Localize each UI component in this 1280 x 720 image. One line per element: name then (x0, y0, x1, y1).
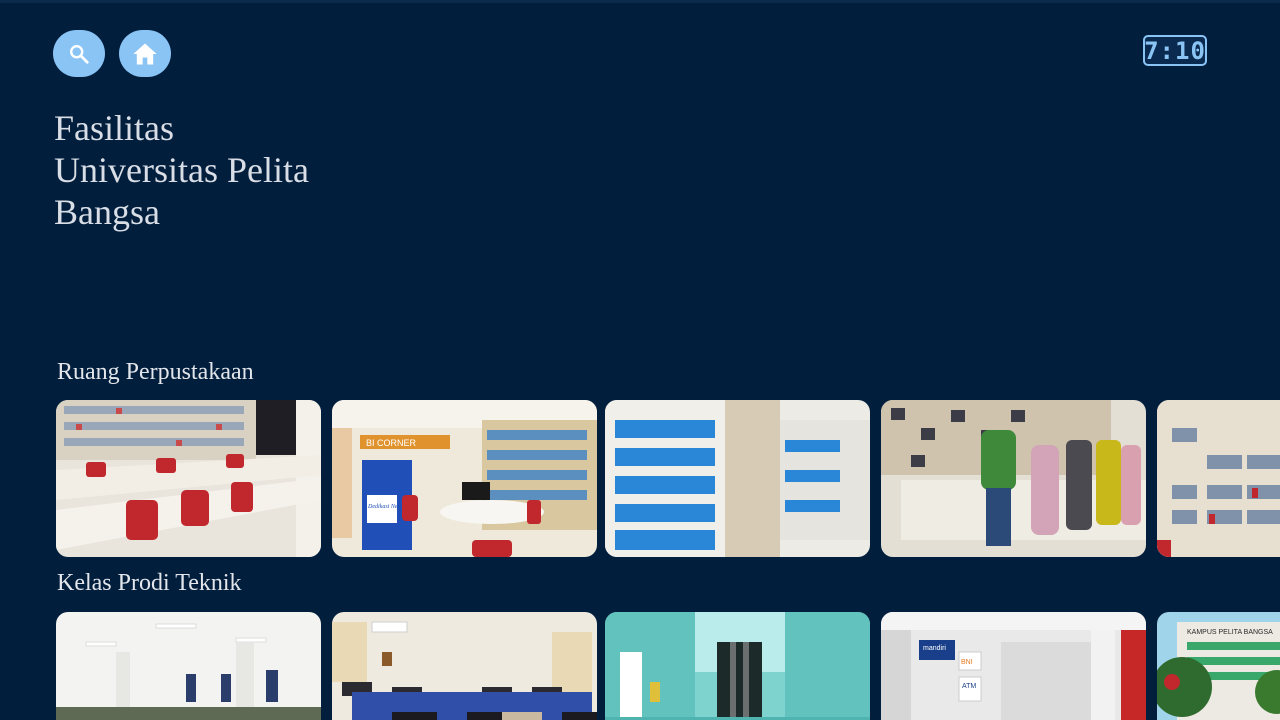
card-escalator-lobby[interactable] (605, 612, 870, 720)
card-computer-lab[interactable] (332, 612, 597, 720)
row-title-kelas-teknik: Kelas Prodi Teknik (57, 570, 242, 596)
card-library-book-shelves[interactable] (1157, 400, 1280, 557)
search-icon (70, 44, 89, 64)
card-library-blue-archive-shelves[interactable] (605, 400, 870, 557)
card-library-locker-counter[interactable] (881, 400, 1146, 557)
search-button[interactable] (53, 30, 105, 77)
page-title: Fasilitas Universitas Pelita Bangsa (54, 107, 354, 233)
top-divider (0, 0, 1280, 3)
page-title-line: Bangsa (54, 192, 160, 232)
building-sign: KAMPUS PELITA BANGSA (1187, 629, 1273, 636)
brand-mandiri: mandiri (923, 645, 946, 652)
brand-atm: ATM (962, 683, 976, 690)
page-title-line: Universitas Pelita (54, 150, 309, 190)
card-poster: Dedikasi Negeri (367, 504, 407, 510)
card-atm-center[interactable]: mandiri BNI ATM (881, 612, 1146, 720)
home-button[interactable] (119, 30, 171, 77)
card-library-bi-corner[interactable]: BI CORNER Dedikasi Negeri (332, 400, 597, 557)
card-library-reading-tables[interactable] (56, 400, 321, 557)
clock: 7:10 (1143, 35, 1207, 66)
home-icon (133, 43, 157, 64)
brand-bni: BNI (961, 659, 973, 666)
page-title-line: Fasilitas (54, 108, 175, 148)
bi-corner-sign: BI CORNER (366, 438, 417, 448)
card-white-hall[interactable] (56, 612, 321, 720)
card-campus-building[interactable]: KAMPUS PELITA BANGSA (1157, 612, 1280, 720)
row-title-perpustakaan: Ruang Perpustakaan (57, 359, 254, 385)
